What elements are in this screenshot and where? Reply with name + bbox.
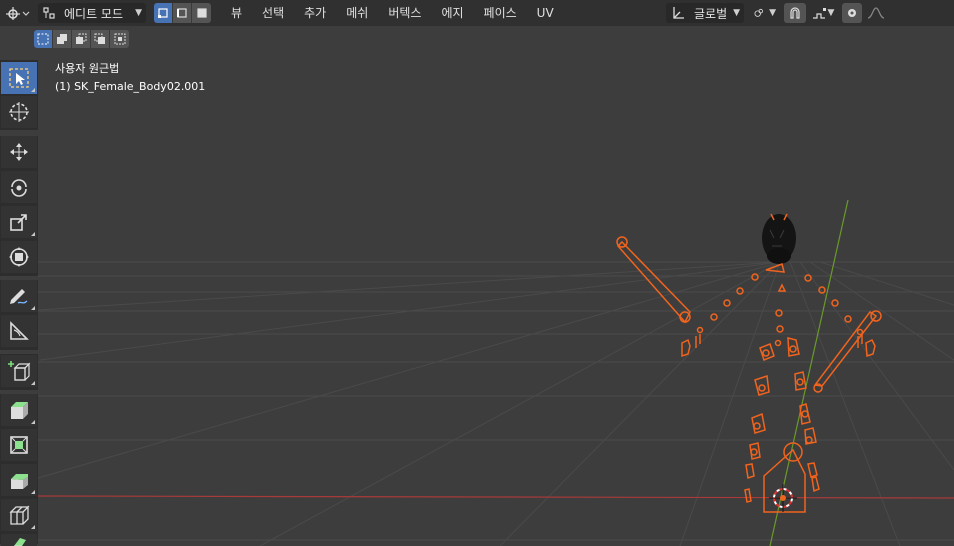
pivot-point-icon: [754, 8, 764, 17]
move-icon: [10, 143, 28, 161]
menu-face[interactable]: 페이스: [474, 3, 527, 23]
measure-ruler-icon: [10, 321, 29, 340]
select-intersect-button[interactable]: [110, 30, 129, 48]
knife-icon: [14, 538, 26, 546]
face-select-icon: [196, 8, 207, 18]
snap-increment-icon: [812, 8, 826, 19]
edge-select-button[interactable]: [173, 3, 192, 23]
add-cube-icon: [8, 361, 31, 381]
select-new-button[interactable]: [34, 30, 53, 48]
chevron-down-icon: ▼: [827, 8, 835, 18]
transform-orientation-label: 글로벌: [694, 6, 728, 21]
chevron-down-icon: ▼: [135, 8, 142, 18]
menu-uv[interactable]: UV: [527, 3, 564, 23]
scale-icon: [10, 214, 27, 231]
chevron-down-icon: ▼: [733, 8, 740, 18]
selection-mode-buttons: [34, 30, 129, 48]
snap-target-dropdown[interactable]: ▼: [808, 3, 838, 23]
cursor-icon: [9, 102, 29, 122]
proportional-editing-toggle[interactable]: [842, 3, 862, 23]
face-select-button[interactable]: [192, 3, 211, 23]
inset-faces-icon: [10, 436, 28, 454]
editor-type-button[interactable]: [2, 3, 32, 23]
orientation-axes-icon: [673, 7, 684, 19]
tool-options-corner: [31, 232, 35, 236]
tool-move[interactable]: [1, 136, 37, 168]
tool-select-box[interactable]: [1, 62, 37, 94]
menu-vertex[interactable]: 버텍스: [378, 3, 431, 23]
vertex-select-button[interactable]: [154, 3, 173, 23]
menu-select[interactable]: 선택: [252, 3, 294, 23]
edge-select-icon: [177, 8, 187, 18]
view-name: 사용자 원근법: [55, 62, 120, 75]
menu-view[interactable]: 뷰: [221, 3, 252, 23]
viewport-info-overlay: 사용자 원근법 (1) SK_Female_Body02.001: [55, 60, 205, 96]
editor-type-icon: [6, 7, 30, 20]
extrude-region-icon: [11, 402, 28, 419]
proportional-editing-icon: [848, 9, 856, 17]
select-invert-icon: [94, 33, 105, 44]
select-intersect-icon: [114, 33, 125, 45]
transform-orientation-dropdown[interactable]: 글로벌 ▼: [666, 3, 744, 23]
select-mode-toggle: [154, 3, 211, 23]
rotate-icon: [11, 179, 27, 197]
select-subtract-button[interactable]: [72, 30, 91, 48]
smooth-falloff-icon: [867, 7, 885, 19]
tool-transform[interactable]: [1, 241, 37, 273]
snap-toggle[interactable]: [784, 3, 806, 23]
pivot-point-dropdown[interactable]: ▼: [750, 3, 780, 23]
floor-grid: [37, 261, 954, 546]
mode-label: 에디트 모드: [64, 6, 124, 21]
menu-add[interactable]: 추가: [294, 3, 336, 23]
mode-dropdown[interactable]: 에디트 모드 ▼: [38, 3, 146, 23]
select-new-icon: [37, 33, 49, 45]
armature: [616, 236, 882, 513]
tool-options-corner: [31, 381, 35, 385]
vertex-select-icon: [158, 8, 168, 18]
tool-options-corner: [31, 88, 35, 92]
select-extend-button[interactable]: [53, 30, 72, 48]
tool-options-corner: [31, 525, 35, 529]
select-box-icon: [9, 68, 29, 88]
head-mesh: [762, 213, 796, 264]
tool-bevel[interactable]: [1, 464, 37, 496]
tool-annotate[interactable]: [1, 280, 37, 312]
tool-measure[interactable]: [1, 315, 37, 347]
tool-loop-cut[interactable]: [1, 499, 37, 531]
select-subtract-icon: [76, 33, 87, 44]
tool-cursor[interactable]: [1, 96, 37, 128]
tool-knife[interactable]: [1, 534, 37, 546]
tool-rotate[interactable]: [1, 171, 37, 203]
tool-settings-bar: [0, 26, 954, 52]
tool-scale[interactable]: [1, 206, 37, 238]
tool-options-corner: [31, 306, 35, 310]
viewport-scene: [37, 199, 954, 546]
select-invert-button[interactable]: [91, 30, 110, 48]
menu-mesh[interactable]: 메쉬: [336, 3, 378, 23]
transform-icon: [9, 247, 29, 267]
x-axis-line: [37, 495, 954, 499]
bevel-icon: [11, 474, 28, 489]
header-menus: 뷰 선택 추가 메쉬 버텍스 에지 페이스 UV: [221, 3, 564, 23]
chevron-down-icon: ▼: [769, 8, 776, 18]
tool-options-corner: [31, 420, 35, 424]
magnet-icon: [790, 7, 800, 19]
tool-inset-faces[interactable]: [1, 429, 37, 461]
loop-cut-icon: [9, 505, 30, 525]
3d-viewport[interactable]: [0, 52, 954, 546]
annotate-pencil-icon: [10, 289, 28, 304]
blender-window: 에디트 모드 ▼ 뷰 선택 추가 메쉬 버텍스 에지 페이스 UV 글로벌 ▼ …: [0, 0, 954, 546]
edit-mode-icon: [43, 7, 55, 19]
falloff-dropdown[interactable]: [864, 3, 888, 23]
tool-extrude-region[interactable]: [1, 394, 37, 426]
tool-options-corner: [31, 490, 35, 494]
select-extend-icon: [57, 34, 67, 44]
object-name: (1) SK_Female_Body02.001: [55, 80, 206, 93]
viewport-header: 에디트 모드 ▼ 뷰 선택 추가 메쉬 버텍스 에지 페이스 UV 글로벌 ▼ …: [0, 0, 954, 26]
3d-cursor: [769, 484, 797, 512]
tool-add-cube[interactable]: [1, 355, 37, 387]
menu-edge[interactable]: 에지: [431, 3, 473, 23]
